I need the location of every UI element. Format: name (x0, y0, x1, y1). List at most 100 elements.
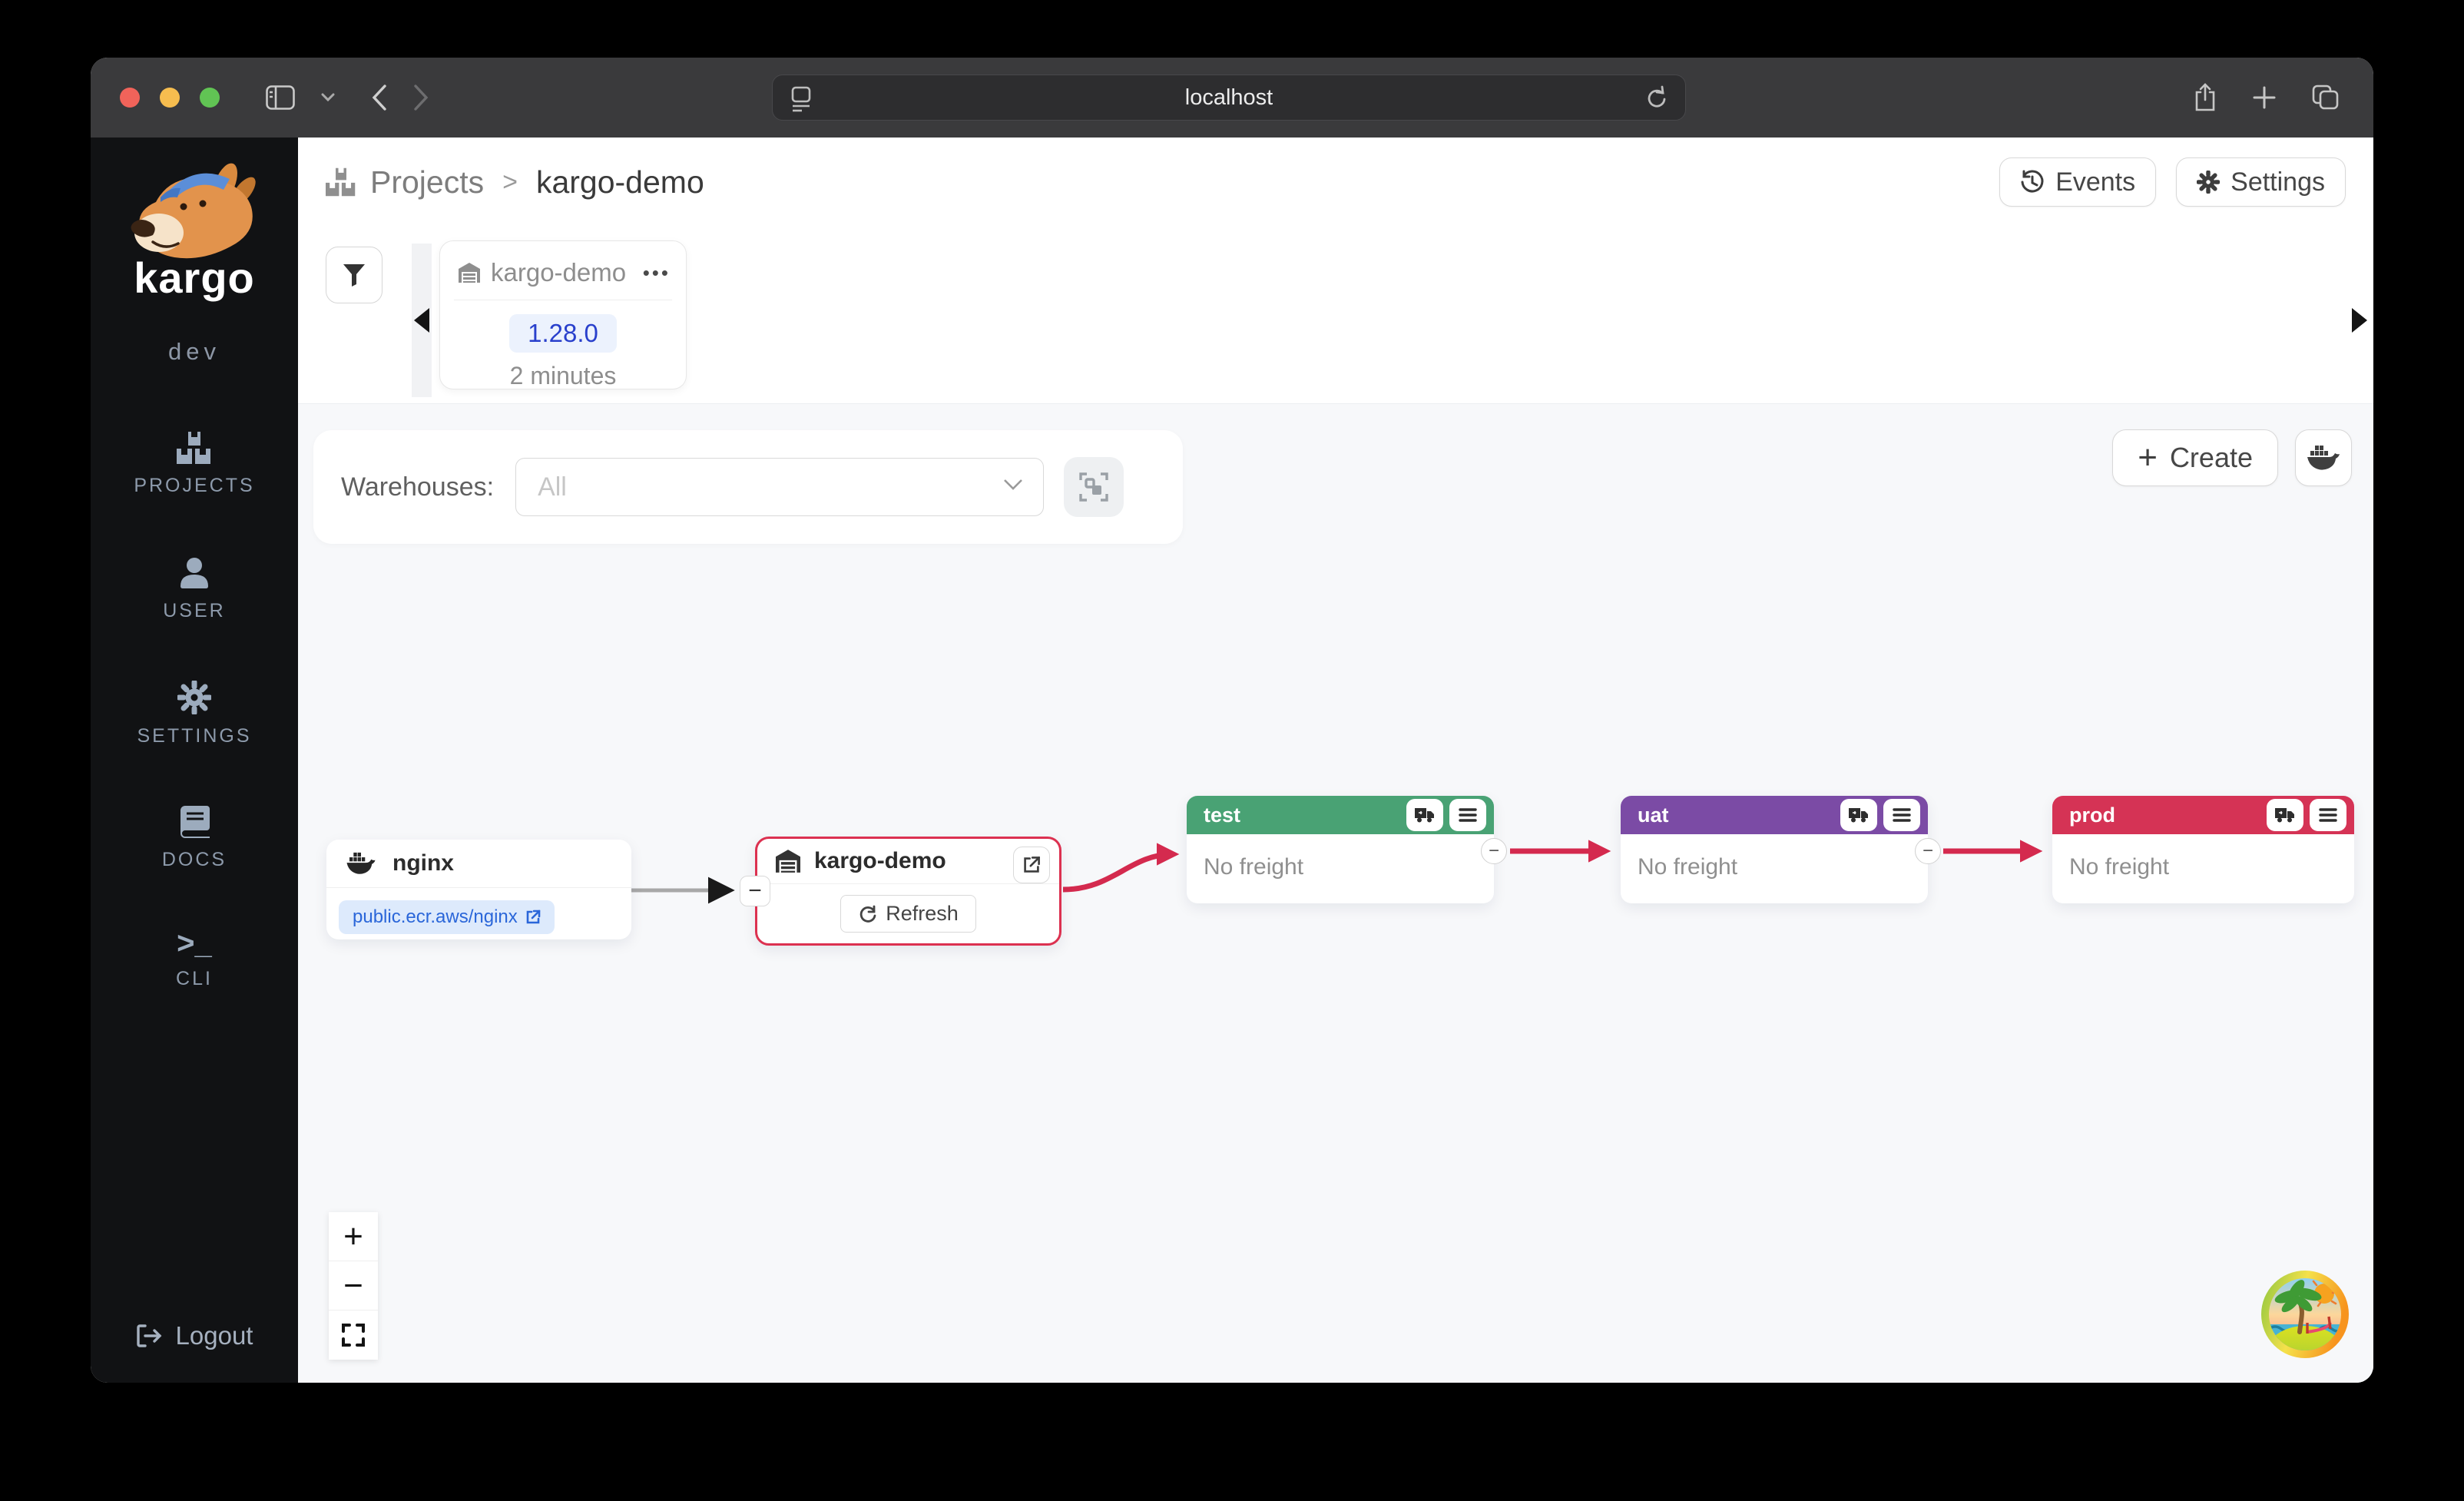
book-icon (177, 806, 211, 838)
warehouse-open-button[interactable] (1013, 847, 1050, 883)
environment-label: dev (168, 338, 220, 366)
sidebar-item-cli[interactable]: >_ CLI (176, 929, 213, 990)
reload-icon[interactable] (1645, 85, 1668, 118)
url-text: localhost (1185, 85, 1273, 111)
website-icon (790, 86, 813, 118)
toolbar-right-group (2194, 58, 2340, 138)
traffic-lights (120, 88, 220, 108)
close-window-button[interactable] (120, 88, 140, 108)
minimize-window-button[interactable] (160, 88, 180, 108)
stage-node-test[interactable]: test No freight (1187, 796, 1494, 903)
filter-button[interactable] (326, 247, 383, 303)
warehouse-refresh-button[interactable]: Refresh (840, 895, 976, 933)
pipeline-canvas[interactable]: Warehouses: All + Create (298, 403, 2373, 1383)
fit-view-button[interactable] (329, 1310, 378, 1360)
truck-icon (1849, 807, 1869, 823)
divider (757, 883, 1059, 884)
app-sidebar: kargo dev PROJECTS USER SETTINGS (91, 138, 298, 1383)
zoom-in-button[interactable]: + (329, 1212, 378, 1261)
zoom-window-button[interactable] (200, 88, 220, 108)
projects-boxes-icon (177, 432, 212, 464)
truck-icon (1415, 807, 1435, 823)
timeline-scroll-right[interactable] (2352, 308, 2367, 333)
breadcrumb-current-project: kargo-demo (536, 164, 704, 200)
settings-label: Settings (2231, 167, 2325, 197)
sidebar-item-label: USER (163, 600, 225, 622)
sidebar-toggle-icon[interactable] (266, 85, 295, 110)
stage-freight-status: No freight (1187, 834, 1494, 880)
graph-zoom-controls: + − (329, 1212, 378, 1360)
kargo-mascot-logo (127, 157, 262, 265)
hamburger-menu-icon (2319, 808, 2337, 822)
warehouse-name: kargo-demo (814, 848, 946, 874)
back-icon[interactable] (372, 84, 387, 111)
breadcrumb-projects-link[interactable]: Projects (370, 164, 484, 200)
warehouses-toolbar: Warehouses: All (313, 430, 1183, 544)
triangle-right-icon (2352, 308, 2367, 333)
docker-images-button[interactable] (2295, 429, 2352, 486)
repo-link[interactable]: public.ecr.aws/nginx (339, 900, 555, 934)
edge-warehouse-to-test (1063, 854, 1174, 890)
hamburger-menu-icon (1893, 808, 1911, 822)
freight-version-badge[interactable]: 1.28.0 (509, 314, 617, 353)
events-button[interactable]: Events (1999, 157, 2156, 207)
warehouse-freight-card[interactable]: kargo-demo ••• 1.28.0 2 minutes (439, 240, 687, 389)
stage-collapse-handle[interactable]: − (1481, 838, 1507, 864)
freight-age: 2 minutes (440, 362, 686, 390)
browser-titlebar: localhost (91, 58, 2373, 138)
create-button[interactable]: + Create (2112, 429, 2278, 486)
sidebar-item-label: SETTINGS (137, 725, 251, 747)
logout-button[interactable]: Logout (136, 1321, 253, 1350)
sidebar-item-user[interactable]: USER (163, 555, 225, 622)
image-frame-icon (1079, 472, 1108, 502)
sidebar-item-label: PROJECTS (134, 475, 254, 497)
tab-overview-icon[interactable] (2312, 84, 2340, 111)
promote-freight-button[interactable] (1840, 799, 1877, 831)
history-icon (2020, 170, 2045, 194)
stage-images-button[interactable] (1064, 457, 1124, 517)
sidebar-item-label: DOCS (162, 849, 227, 871)
repo-link-text: public.ecr.aws/nginx (353, 906, 518, 928)
sidebar-item-docs[interactable]: DOCS (162, 806, 227, 871)
sidebar-item-projects[interactable]: PROJECTS (134, 432, 254, 497)
freight-timeline-strip: kargo-demo ••• 1.28.0 2 minutes (298, 227, 2373, 403)
divider (326, 887, 631, 888)
island-badge-icon[interactable] (2260, 1269, 2350, 1360)
browser-window: localhost (91, 58, 2373, 1383)
new-tab-icon[interactable] (2252, 85, 2277, 110)
warehouses-select[interactable]: All (515, 458, 1044, 516)
warehouses-label: Warehouses: (341, 472, 494, 502)
refresh-label: Refresh (886, 902, 959, 926)
stage-node-uat[interactable]: uat No freight (1621, 796, 1928, 903)
warehouses-select-value: All (538, 472, 567, 502)
address-bar[interactable]: localhost (772, 75, 1686, 121)
forward-icon[interactable] (413, 84, 429, 111)
freight-card-menu[interactable]: ••• (643, 261, 671, 285)
refresh-icon (858, 905, 876, 923)
warehouse-collapse-handle[interactable]: − (740, 876, 770, 906)
stage-collapse-handle[interactable]: − (1915, 838, 1941, 864)
docker-whale-icon (2307, 445, 2340, 471)
repo-node-nginx[interactable]: nginx public.ecr.aws/nginx (326, 840, 631, 939)
stage-menu-button[interactable] (2310, 799, 2346, 831)
project-settings-button[interactable]: Settings (2176, 157, 2346, 207)
chevron-down-icon[interactable] (321, 93, 335, 102)
zoom-out-button[interactable]: − (329, 1261, 378, 1310)
share-icon[interactable] (2194, 83, 2217, 112)
stage-node-prod[interactable]: prod No freight (2052, 796, 2354, 903)
hamburger-menu-icon (1459, 808, 1477, 822)
warehouse-node-kargo-demo[interactable]: kargo-demo Refresh − (755, 837, 1061, 946)
stage-name: test (1204, 804, 1240, 827)
promote-freight-button[interactable] (1406, 799, 1443, 831)
sidebar-item-settings[interactable]: SETTINGS (137, 681, 251, 747)
stage-menu-button[interactable] (1449, 799, 1486, 831)
timeline-scroll-left[interactable] (412, 244, 432, 397)
terminal-icon: >_ (177, 929, 212, 957)
warehouse-icon (459, 263, 480, 283)
user-icon (177, 555, 211, 589)
plus-icon: + (2138, 439, 2158, 477)
stage-menu-button[interactable] (1883, 799, 1920, 831)
events-label: Events (2055, 167, 2135, 197)
promote-freight-button[interactable] (2267, 799, 2303, 831)
docker-whale-icon (346, 852, 376, 875)
